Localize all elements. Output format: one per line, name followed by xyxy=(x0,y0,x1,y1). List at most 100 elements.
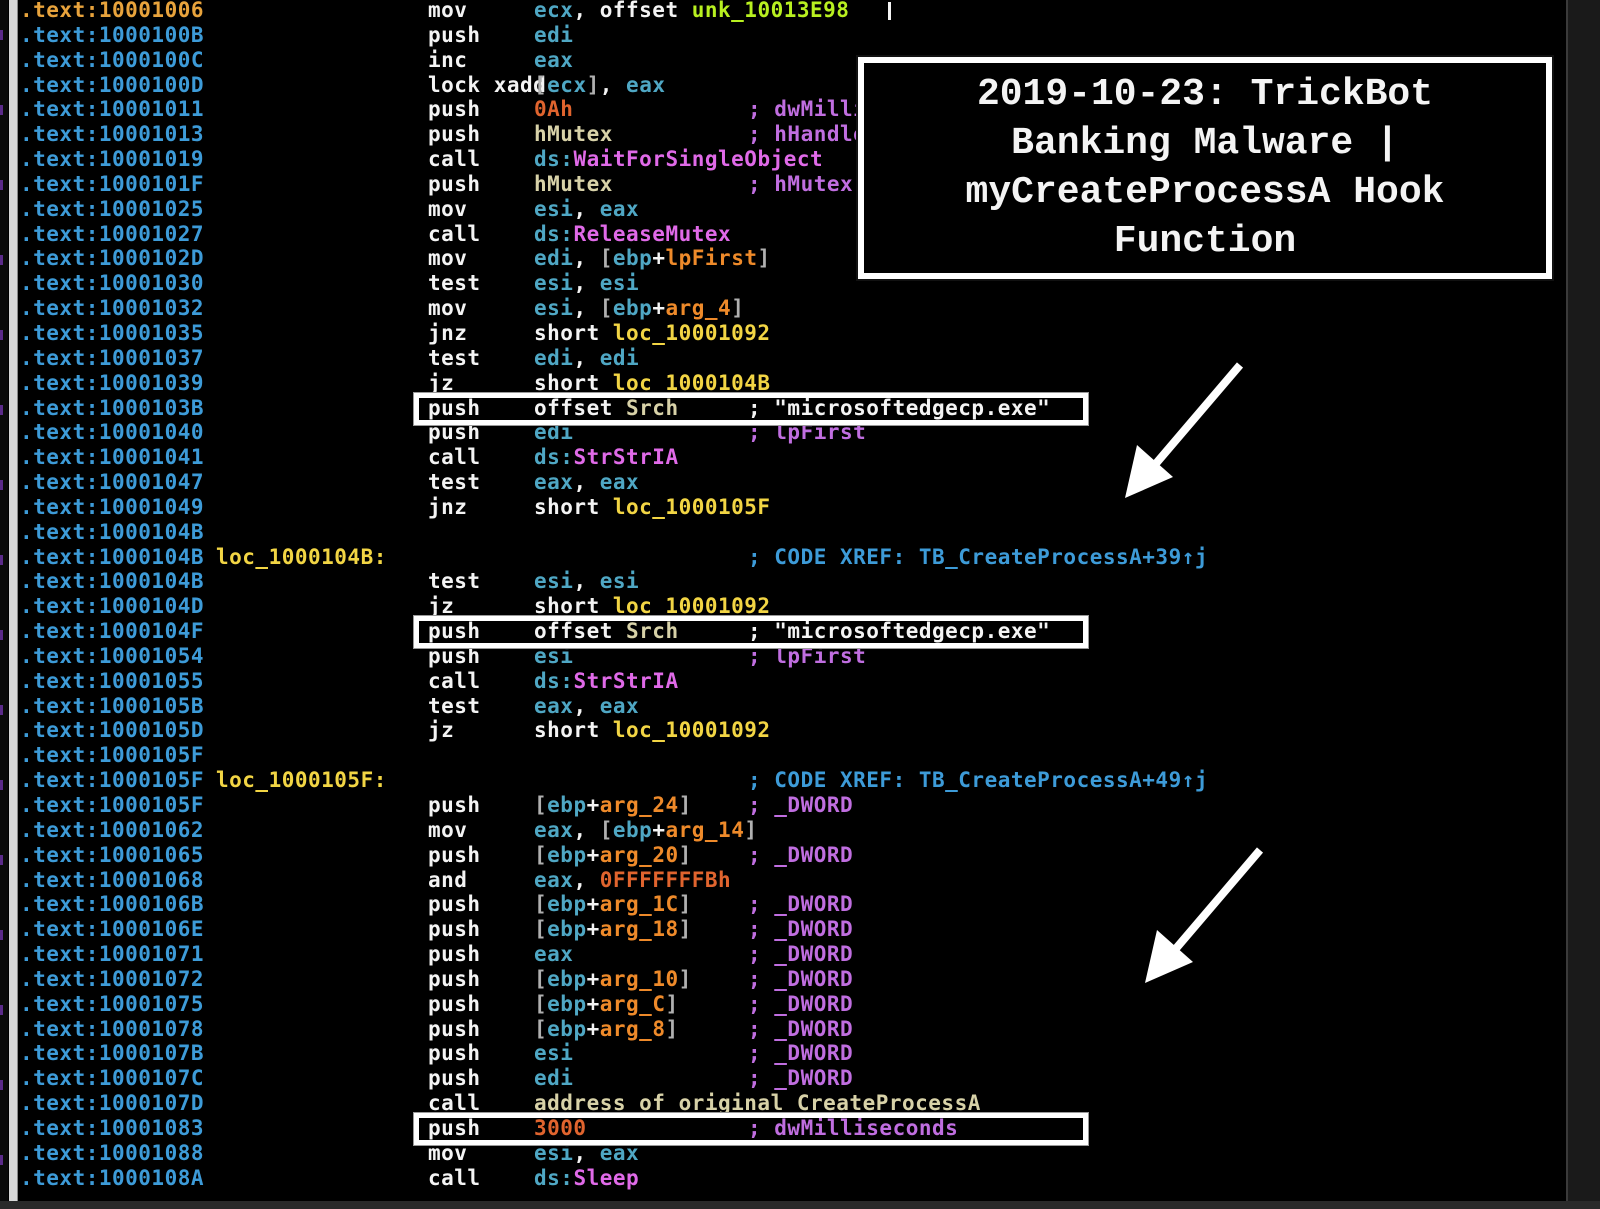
arrow-pane-splitter[interactable] xyxy=(9,0,18,1209)
line-address[interactable]: .text:1000100D xyxy=(20,73,204,98)
listing-line[interactable]: .text:1000105B test eax, eax xyxy=(20,694,1560,719)
code-label[interactable]: loc_1000104B: xyxy=(216,545,387,570)
operand-token[interactable]: Sleep xyxy=(573,1166,639,1190)
operand-token[interactable]: arg_10 xyxy=(600,967,679,991)
line-address[interactable]: .text:1000104B xyxy=(20,545,204,570)
line-address[interactable]: .text:10001075 xyxy=(20,992,204,1017)
listing-line[interactable]: .text:1000107C push edi ; _DWORD xyxy=(20,1066,1560,1091)
line-address[interactable]: .text:10001083 xyxy=(20,1116,204,1141)
listing-line[interactable]: .text:1000107B push esi ; _DWORD xyxy=(20,1041,1560,1066)
listing-line[interactable]: .text:1000105F loc_1000105F: ; CODE XREF: … xyxy=(20,768,1560,793)
operand-token[interactable]: arg_C xyxy=(600,992,666,1016)
operand-token[interactable]: StrStrIA xyxy=(573,445,678,469)
listing-line[interactable]: .text:10001071 push eax ; _DWORD xyxy=(20,942,1560,967)
operand-token[interactable]: WaitForSingleObject xyxy=(573,147,823,171)
operand-token[interactable]: StrStrIA xyxy=(573,669,678,693)
listing-line[interactable]: .text:10001072 push [ebp+arg_10] ; _DWORD xyxy=(20,967,1560,992)
operand-token[interactable]: arg_20 xyxy=(600,843,679,867)
line-address[interactable]: .text:10001035 xyxy=(20,321,204,346)
listing-line[interactable]: .text:1000105F push [ebp+arg_24] ; _DWORD xyxy=(20,793,1560,818)
operand-token[interactable]: lpFirst xyxy=(665,246,757,270)
line-address[interactable]: .text:1000104F xyxy=(20,619,204,644)
listing-line[interactable]: .text:10001047 test eax, eax xyxy=(20,470,1560,495)
line-address[interactable]: .text:10001019 xyxy=(20,147,204,172)
line-address[interactable]: .text:1000105F xyxy=(20,743,204,768)
line-address[interactable]: .text:1000102D xyxy=(20,246,204,271)
line-address[interactable]: .text:10001037 xyxy=(20,346,204,371)
listing-line[interactable]: .text:10001075 push [ebp+arg_C] ; _DWORD xyxy=(20,992,1560,1017)
operand-token[interactable]: loc_1000105F xyxy=(613,495,771,519)
line-address[interactable]: .text:1000100C xyxy=(20,48,204,73)
operand-token[interactable]: unk_10013E98 xyxy=(692,0,850,22)
operand-token[interactable]: ReleaseMutex xyxy=(573,222,731,246)
listing-line[interactable]: .text:1000106B push [ebp+arg_1C] ; _DWORD xyxy=(20,892,1560,917)
operand-token[interactable]: hMutex xyxy=(534,122,613,146)
listing-line[interactable]: .text:1000104B test esi, esi xyxy=(20,569,1560,594)
line-address[interactable]: .text:1000105F xyxy=(20,793,204,818)
line-address[interactable]: .text:10001041 xyxy=(20,445,204,470)
line-address[interactable]: .text:10001006 xyxy=(20,0,204,23)
line-address[interactable]: .text:10001068 xyxy=(20,868,204,893)
line-address[interactable]: .text:10001027 xyxy=(20,222,204,247)
line-address[interactable]: .text:10001065 xyxy=(20,843,204,868)
line-address[interactable]: .text:10001072 xyxy=(20,967,204,992)
line-address[interactable]: .text:1000103B xyxy=(20,396,204,421)
listing-line[interactable]: .text:1000100B push edi xyxy=(20,23,1560,48)
horizontal-scrollbar[interactable] xyxy=(0,1201,1600,1209)
listing-line[interactable]: .text:1000106E push [ebp+arg_18] ; _DWORD xyxy=(20,917,1560,942)
operand-token[interactable]: arg_24 xyxy=(600,793,679,817)
listing-line[interactable]: .text:10001006 mov ecx, offset unk_10013E9… xyxy=(20,0,1560,23)
operand-token[interactable]: loc_1000104B xyxy=(613,371,771,395)
listing-line[interactable]: .text:1000104B loc_1000104B: ; CODE XREF: … xyxy=(20,545,1560,570)
line-address[interactable]: .text:10001062 xyxy=(20,818,204,843)
listing-line[interactable]: .text:10001065 push [ebp+arg_20] ; _DWORD xyxy=(20,843,1560,868)
listing-line[interactable]: .text:1000104B xyxy=(20,520,1560,545)
line-address[interactable]: .text:10001025 xyxy=(20,197,204,222)
operand-token[interactable]: arg_14 xyxy=(665,818,744,842)
line-address[interactable]: .text:1000105F xyxy=(20,768,204,793)
line-address[interactable]: .text:10001054 xyxy=(20,644,204,669)
operand-token[interactable]: arg_4 xyxy=(665,296,731,320)
operand-token[interactable]: loc_10001092 xyxy=(613,321,771,345)
operand-token[interactable]: hMutex xyxy=(534,172,613,196)
line-address[interactable]: .text:1000104D xyxy=(20,594,204,619)
listing-line[interactable]: .text:10001035 jnz short loc_10001092 xyxy=(20,321,1560,346)
line-address[interactable]: .text:1000105B xyxy=(20,694,204,719)
line-address[interactable]: .text:10001039 xyxy=(20,371,204,396)
line-address[interactable]: .text:1000101F xyxy=(20,172,204,197)
operand-token[interactable]: arg_18 xyxy=(600,917,679,941)
line-address[interactable]: .text:10001032 xyxy=(20,296,204,321)
line-address[interactable]: .text:10001088 xyxy=(20,1141,204,1166)
line-address[interactable]: .text:10001013 xyxy=(20,122,204,147)
line-address[interactable]: .text:1000108A xyxy=(20,1166,204,1191)
listing-line[interactable]: .text:1000108A call ds:Sleep xyxy=(20,1166,1560,1191)
line-address[interactable]: .text:10001040 xyxy=(20,420,204,445)
listing-line[interactable]: .text:10001068 and eax, 0FFFFFFFBh xyxy=(20,868,1560,893)
listing-line[interactable]: .text:10001039 jz short loc_1000104B xyxy=(20,371,1560,396)
listing-line[interactable]: .text:10001078 push [ebp+arg_8] ; _DWORD xyxy=(20,1017,1560,1042)
line-address[interactable]: .text:1000107D xyxy=(20,1091,204,1116)
listing-line[interactable]: .text:10001032 mov esi, [ebp+arg_4] xyxy=(20,296,1560,321)
vertical-scrollbar[interactable] xyxy=(1566,0,1600,1209)
line-address[interactable]: .text:1000104B xyxy=(20,520,204,545)
line-address[interactable]: .text:10001047 xyxy=(20,470,204,495)
listing-line[interactable]: .text:1000105F xyxy=(20,743,1560,768)
operand-token[interactable]: arg_8 xyxy=(600,1017,666,1041)
code-label[interactable]: loc_1000105F: xyxy=(216,768,387,793)
listing-line[interactable]: .text:10001049 jnz short loc_1000105F xyxy=(20,495,1560,520)
listing-line[interactable]: .text:10001041 call ds:StrStrIA xyxy=(20,445,1560,470)
listing-line[interactable]: .text:10001037 test edi, edi xyxy=(20,346,1560,371)
line-address[interactable]: .text:10001011 xyxy=(20,97,204,122)
listing-line[interactable]: .text:10001062 mov eax, [ebp+arg_14] xyxy=(20,818,1560,843)
line-address[interactable]: .text:1000100B xyxy=(20,23,204,48)
line-address[interactable]: .text:10001055 xyxy=(20,669,204,694)
listing-line[interactable]: .text:10001055 call ds:StrStrIA xyxy=(20,669,1560,694)
listing-line[interactable]: .text:1000105D jz short loc_10001092 xyxy=(20,718,1560,743)
line-address[interactable]: .text:1000107B xyxy=(20,1041,204,1066)
line-address[interactable]: .text:1000106E xyxy=(20,917,204,942)
line-address[interactable]: .text:10001071 xyxy=(20,942,204,967)
line-address[interactable]: .text:1000105D xyxy=(20,718,204,743)
line-address[interactable]: .text:1000107C xyxy=(20,1066,204,1091)
operand-token[interactable]: arg_1C xyxy=(600,892,679,916)
line-address[interactable]: .text:10001078 xyxy=(20,1017,204,1042)
